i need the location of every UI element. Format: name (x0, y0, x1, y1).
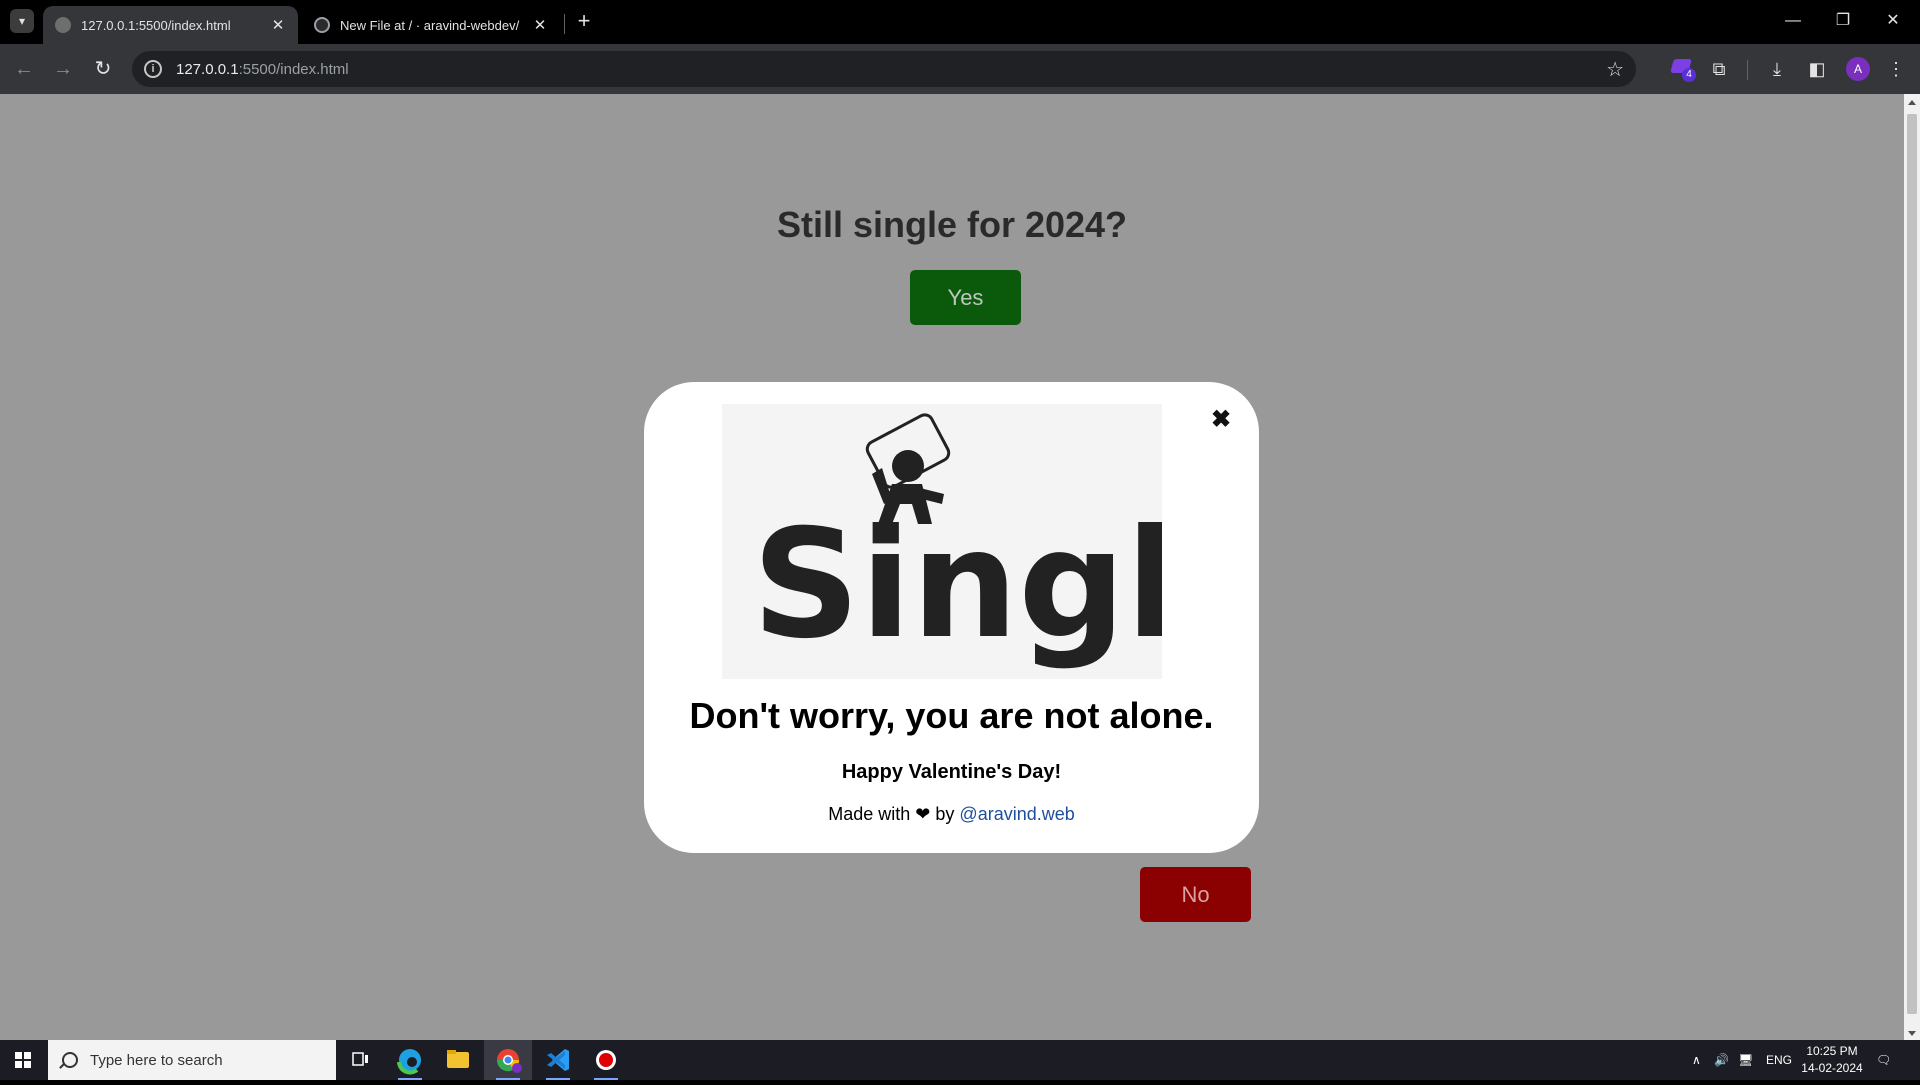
tab-close-icon[interactable]: ✕ (532, 16, 548, 34)
back-arrow-icon[interactable]: ← (12, 57, 36, 81)
page-question: Still single for 2024? (776, 204, 1128, 245)
heart-icon: ❤ (915, 804, 931, 824)
side-panel-icon[interactable]: ◧ (1804, 56, 1830, 82)
search-placeholder: Type here to search (90, 1051, 223, 1069)
no-button[interactable]: No (1140, 867, 1251, 922)
record-icon (596, 1050, 616, 1070)
folder-icon (447, 1050, 469, 1068)
close-window-button[interactable]: ✕ (1870, 8, 1916, 34)
vscode-icon (547, 1049, 569, 1071)
site-info-icon[interactable]: i (144, 60, 162, 78)
url-host: 127.0.0.1 (176, 60, 239, 78)
url-path: :5500/index.html (238, 60, 349, 78)
taskbar-chrome[interactable] (484, 1040, 532, 1080)
taskbar-clock[interactable]: 10:25 PM 14-02-2024 (1796, 1043, 1868, 1077)
close-modal-icon[interactable]: ✖ (1207, 406, 1235, 434)
taskbar-edge[interactable] (386, 1040, 434, 1080)
windows-taskbar: Type here to search ∧ 🔊 🖥 ENG 10:25 PM 1… (0, 1040, 1920, 1080)
notifications-icon[interactable]: 🗨 (1876, 1040, 1900, 1080)
toolbar-divider (1747, 60, 1748, 80)
browser-toolbar: ← → ↻ i 127.0.0.1:5500/index.html ☆ 4 ⧉ … (0, 44, 1920, 94)
browser-tab-bar: ▾ 127.0.0.1:5500/index.html ✕ New File a… (0, 0, 1920, 44)
page-scrollbar[interactable] (1904, 94, 1920, 1040)
bookmark-star-icon[interactable]: ☆ (1606, 57, 1624, 82)
modal-heading: Don't worry, you are not alone. (689, 695, 1214, 736)
tab-title: New File at / · aravind-webdev/ (340, 17, 520, 33)
chrome-icon (496, 1049, 522, 1073)
minimize-button[interactable]: — (1770, 8, 1816, 34)
extensions-puzzle-icon[interactable]: ⧉ (1706, 56, 1732, 82)
globe-icon (55, 17, 71, 33)
edge-icon (397, 1049, 421, 1075)
taskbar-vscode[interactable] (534, 1040, 582, 1080)
page-viewport: Still single for 2024? Yes Single ✖ Don'… (0, 94, 1904, 1040)
forward-arrow-icon[interactable]: → (51, 57, 75, 81)
result-modal: Single ✖ Don't worry, you are not alone.… (644, 382, 1279, 853)
credit-prefix: Made with (828, 804, 911, 824)
start-button[interactable] (0, 1040, 48, 1080)
tab-index-html[interactable]: 127.0.0.1:5500/index.html ✕ (43, 6, 298, 44)
tab-close-icon[interactable]: ✕ (270, 16, 286, 34)
credit-by: by (935, 804, 955, 824)
task-view-button[interactable] (336, 1040, 384, 1080)
network-icon[interactable]: 🖥 (1738, 1040, 1760, 1080)
task-view-icon (352, 1052, 368, 1066)
taskbar-file-explorer[interactable] (434, 1040, 482, 1080)
windows-logo-icon (15, 1052, 31, 1068)
modal-credit: Made with ❤ by @aravind.web (644, 804, 1259, 825)
profile-avatar[interactable]: A (1846, 57, 1870, 81)
taskbar-recorder[interactable] (582, 1040, 630, 1080)
volume-icon[interactable]: 🔊 (1714, 1040, 1736, 1080)
tab-divider (564, 14, 565, 34)
author-link[interactable]: @aravind.web (959, 804, 1074, 824)
scroll-down-arrow-icon[interactable] (1908, 1031, 1916, 1036)
download-icon[interactable]: ⤓ (1764, 56, 1790, 82)
clock-time: 10:25 PM (1806, 1044, 1858, 1058)
single-illustration: Single (722, 404, 1279, 679)
scroll-up-arrow-icon[interactable] (1908, 100, 1916, 105)
address-bar[interactable]: i 127.0.0.1:5500/index.html ☆ (132, 51, 1636, 87)
restore-button[interactable]: ❐ (1820, 8, 1866, 34)
modal-subheading: Happy Valentine's Day! (841, 761, 1062, 783)
single-word: Single (752, 498, 1162, 672)
language-indicator[interactable]: ENG (1766, 1040, 1796, 1080)
single-illustration-svg: Single (752, 413, 1279, 672)
clock-date: 14-02-2024 (1801, 1061, 1863, 1075)
menu-kebab-icon[interactable]: ⋮ (1883, 56, 1909, 82)
search-icon (62, 1052, 78, 1068)
extension-badge-icon[interactable]: 4 (1670, 55, 1698, 83)
yes-button[interactable]: Yes (910, 270, 1021, 325)
new-tab-button[interactable]: + (572, 10, 596, 34)
extension-badge-count: 4 (1682, 68, 1696, 82)
tab-search-button[interactable]: ▾ (10, 9, 34, 33)
show-hidden-icons-icon[interactable]: ∧ (1692, 1040, 1714, 1080)
github-icon (314, 17, 330, 33)
taskbar-search-box[interactable]: Type here to search (48, 1040, 336, 1080)
tab-title: 127.0.0.1:5500/index.html (81, 17, 231, 33)
reload-icon[interactable]: ↻ (91, 57, 115, 81)
tab-github-new-file[interactable]: New File at / · aravind-webdev/ ✕ (302, 6, 560, 44)
scrollbar-thumb[interactable] (1907, 114, 1917, 1014)
